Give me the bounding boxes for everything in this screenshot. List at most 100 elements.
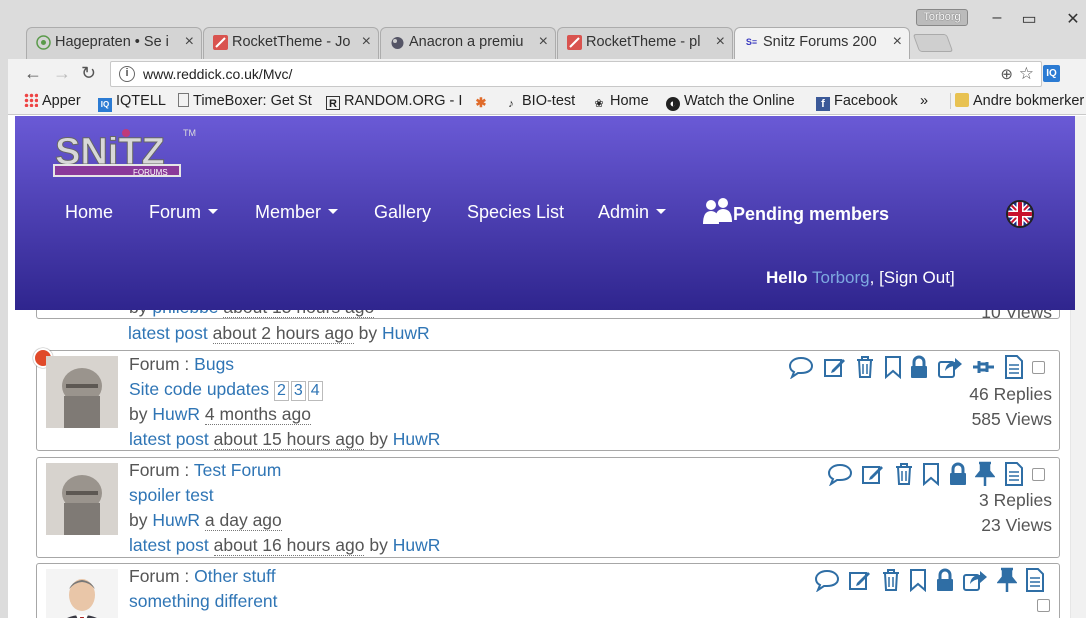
- menu-icon[interactable]: ⋮: [1082, 64, 1086, 84]
- zoom-icon[interactable]: ⊕: [1000, 65, 1013, 83]
- share-icon[interactable]: [962, 568, 988, 592]
- topic-title-link[interactable]: Site code updates: [129, 379, 269, 399]
- iqtell-icon: IQ: [98, 98, 112, 112]
- edit-icon[interactable]: [823, 355, 847, 379]
- avatar[interactable]: [46, 569, 118, 618]
- forward-icon[interactable]: →: [53, 63, 71, 84]
- bookmark-watch-online[interactable]: ◐ Watch the Online: [666, 93, 795, 111]
- close-tab-icon[interactable]: ×: [716, 28, 725, 56]
- tab-snitz-forums[interactable]: S≡ Snitz Forums 200 ×: [734, 27, 910, 59]
- uk-flag-icon[interactable]: [1006, 200, 1034, 228]
- bookmark-icon[interactable]: [909, 568, 927, 592]
- select-checkbox[interactable]: [1032, 467, 1045, 481]
- topic-title-link[interactable]: spoiler test: [129, 485, 214, 505]
- nav-member[interactable]: Member: [255, 202, 339, 223]
- topic-row: Forum : Test Forum spoiler test by HuwR …: [36, 457, 1060, 558]
- profile-button[interactable]: Torborg: [916, 9, 968, 26]
- reply-icon[interactable]: [814, 568, 840, 592]
- page-link[interactable]: 4: [307, 381, 323, 401]
- lock-icon[interactable]: [910, 355, 928, 379]
- pushpin-icon[interactable]: [975, 461, 996, 487]
- trash-icon[interactable]: [855, 355, 875, 379]
- bookmark-home[interactable]: ❀ Home: [592, 93, 648, 111]
- tab-rockettheme-2[interactable]: RocketTheme - pl ×: [557, 27, 733, 59]
- snitz-icon: S≡: [745, 37, 758, 47]
- reply-icon[interactable]: [788, 355, 814, 379]
- topic-title-line: something different: [129, 591, 278, 612]
- maximize-icon[interactable]: ▭: [1014, 9, 1044, 29]
- nav-species-list[interactable]: Species List: [467, 202, 564, 223]
- nav-gallery[interactable]: Gallery: [374, 202, 431, 223]
- select-checkbox[interactable]: [1032, 360, 1045, 374]
- close-tab-icon[interactable]: ×: [185, 28, 194, 56]
- lock-icon[interactable]: [936, 568, 954, 592]
- edit-icon[interactable]: [861, 462, 885, 486]
- document-icon[interactable]: [1004, 461, 1024, 487]
- joomla-icon: ✱: [475, 95, 487, 110]
- info-icon[interactable]: i: [119, 66, 135, 82]
- bookmark-joomla[interactable]: ✱: [474, 93, 492, 110]
- bookmark-apper[interactable]: Apper: [24, 93, 81, 109]
- reply-icon[interactable]: [827, 462, 853, 486]
- select-checkbox[interactable]: [1037, 599, 1050, 612]
- close-tab-icon[interactable]: ×: [539, 28, 548, 56]
- close-tab-icon[interactable]: ×: [893, 28, 902, 56]
- document-icon[interactable]: [1004, 354, 1024, 380]
- apps-grid-icon: [24, 93, 38, 107]
- avatar[interactable]: [46, 463, 118, 535]
- trash-icon[interactable]: [881, 568, 901, 592]
- more-bookmarks-button[interactable]: »: [920, 93, 928, 109]
- trash-icon[interactable]: [894, 462, 914, 486]
- address-bar[interactable]: i www.reddick.co.uk/Mvc/ ⊕ ☆: [110, 61, 1042, 87]
- pushpin-icon[interactable]: [996, 567, 1017, 593]
- page-icon: [178, 93, 189, 107]
- nav-pending-members[interactable]: Pending members: [703, 198, 889, 226]
- close-tab-icon[interactable]: ×: [362, 28, 371, 56]
- document-icon[interactable]: [1025, 567, 1045, 593]
- snitz-logo[interactable]: SNiTZ FORUMS TM: [53, 124, 203, 184]
- minimize-icon[interactable]: –: [982, 9, 1012, 27]
- url-text[interactable]: www.reddick.co.uk/Mvc/: [143, 66, 292, 82]
- edit-icon[interactable]: [848, 568, 872, 592]
- forum-line: Forum : Test Forum: [129, 460, 282, 480]
- lock-icon[interactable]: [949, 462, 967, 486]
- sign-out-link[interactable]: , [Sign Out]: [870, 268, 955, 287]
- new-tab-button[interactable]: [912, 34, 954, 52]
- tab-anacron[interactable]: Anacron a premiu ×: [380, 27, 556, 59]
- bookmark-iqtell[interactable]: IQ IQTELL: [98, 93, 166, 112]
- avatar[interactable]: [46, 356, 118, 428]
- users-icon: [703, 198, 732, 224]
- bookmark-icon[interactable]: [922, 462, 940, 486]
- back-icon[interactable]: ←: [24, 63, 42, 84]
- tab-title: Hagepraten • Se i: [55, 34, 169, 50]
- tab-rockettheme-1[interactable]: RocketTheme - Jo ×: [203, 27, 379, 59]
- pin-icon[interactable]: [971, 355, 995, 379]
- reload-icon[interactable]: ↻: [81, 63, 96, 84]
- close-window-icon[interactable]: ✕: [1058, 9, 1086, 29]
- iqtell-extension-icon[interactable]: IQ: [1043, 65, 1060, 82]
- page-link[interactable]: 2: [273, 381, 289, 401]
- nav-admin[interactable]: Admin: [598, 202, 667, 223]
- folder-icon: [955, 93, 969, 107]
- share-icon[interactable]: [937, 355, 963, 379]
- topic-title-line: spoiler test: [129, 485, 214, 506]
- tab-strip: Hagepraten • Se i × RocketTheme - Jo × A…: [0, 0, 1086, 59]
- bookmark-facebook[interactable]: f Facebook: [816, 93, 898, 111]
- nav-home[interactable]: Home: [65, 202, 113, 223]
- username-link[interactable]: Torborg: [812, 268, 870, 287]
- page-viewport: SNiTZ FORUMS TM Home Forum Member Galler…: [8, 116, 1086, 618]
- topic-by-line: by HuwR 4 months ago: [129, 404, 311, 425]
- rockettheme-icon: [567, 35, 582, 50]
- rockettheme-icon: [213, 35, 228, 50]
- bookmark-random-org[interactable]: R RANDOM.ORG - I: [326, 93, 462, 110]
- browser-window: Hagepraten • Se i × RocketTheme - Jo × A…: [0, 0, 1086, 618]
- nav-forum[interactable]: Forum: [149, 202, 219, 223]
- bookmark-bio-test[interactable]: ♪ BIO-test: [504, 93, 575, 111]
- bookmark-icon[interactable]: [884, 355, 902, 379]
- bookmark-star-icon[interactable]: ☆: [1019, 64, 1034, 84]
- tab-hagepraten[interactable]: Hagepraten • Se i ×: [26, 27, 202, 59]
- topic-title-link[interactable]: something different: [129, 591, 278, 611]
- page-link[interactable]: 3: [290, 381, 306, 401]
- bookmark-timeboxer[interactable]: TimeBoxer: Get St: [178, 93, 312, 109]
- other-bookmarks-folder[interactable]: Andre bokmerker: [950, 93, 1084, 109]
